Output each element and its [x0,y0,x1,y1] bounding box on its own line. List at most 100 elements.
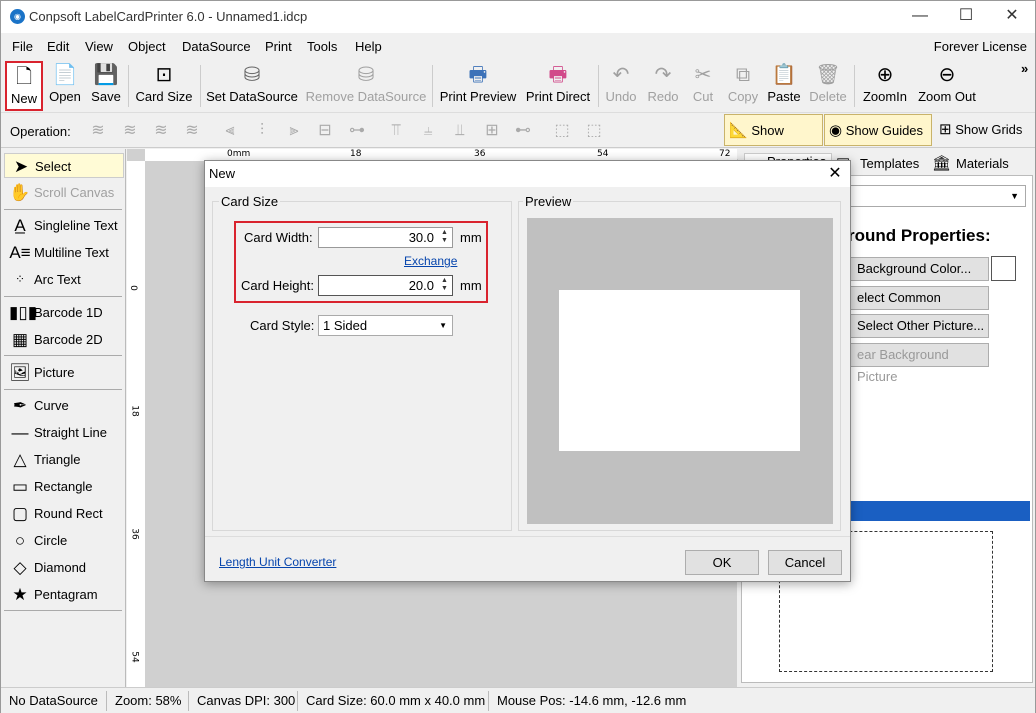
card-height-spinner[interactable]: ▲ ▼ [438,277,451,294]
undo-icon: ↶ [612,64,630,86]
toolbar-separator [128,65,129,107]
card-style-label: Card Style: [250,318,315,333]
object-selector-dropdown[interactable]: ▼ [848,185,1026,207]
layer-bottom-icon[interactable]: ≋ [181,122,203,140]
print-direct-button[interactable]: 🖶 Print Direct [522,61,594,111]
align-right-icon[interactable]: ⫸ [283,122,305,140]
align-bottom-icon[interactable]: ⫫ [449,122,471,140]
tool-select-label: Select [35,159,72,174]
copy-button[interactable]: ⧉ Copy [724,61,762,111]
exchange-link[interactable]: Exchange [404,254,457,268]
select-common-picture-button[interactable]: elect Common Picture... [848,286,989,327]
status-separator [106,691,107,711]
tool-scroll-label: Scroll Canvas [34,185,115,200]
delete-button[interactable]: 🗑 Delete [806,61,850,111]
align-left-icon[interactable]: ⫷ [219,122,241,140]
tool-diamond[interactable]: ◇ Diamond [4,555,124,580]
same-height-icon[interactable]: ⊷ [512,122,534,140]
print-preview-button[interactable]: 🖶 Print Preview [438,61,518,111]
tool-barcode-2d[interactable]: ▦ Barcode 2D [4,327,124,352]
menu-file[interactable]: File [12,39,33,54]
properties-heading: round Properties: [848,226,991,245]
select-other-picture-button[interactable]: Select Other Picture... [848,314,989,338]
toolbar-separator [432,65,433,107]
length-unit-converter-link[interactable]: Length Unit Converter [219,555,336,569]
diamond-icon: ◇ [13,558,27,577]
layer-top-icon[interactable]: ≋ [119,122,141,140]
card-width-spinner[interactable]: ▲ ▼ [438,229,451,246]
same-width-icon[interactable]: ⊶ [346,122,368,140]
clear-background-picture-button[interactable]: ear Background Picture [848,343,989,384]
tool-select[interactable]: ➤ Select [4,153,124,178]
align-center-icon[interactable]: ⫶ [251,122,273,140]
tool-rectangle[interactable]: ▭ Rectangle [4,474,124,499]
tool-curve[interactable]: ✒ Curve [4,393,124,418]
title-bar: ◉ Conpsoft LabelCardPrinter 6.0 - Unname… [1,1,1035,33]
database-remove-icon: ⛁ [357,64,375,86]
tool-straight-line[interactable]: — Straight Line [4,420,124,445]
qr-code-icon: ▦ [11,330,29,349]
menu-datasource[interactable]: DataSource [182,39,251,54]
menu-view[interactable]: View [85,39,113,54]
layer-up-icon[interactable]: ≋ [87,122,109,140]
tab-materials[interactable]: 🏛 Materials [930,153,1028,175]
tool-triangle[interactable]: △ Triangle [4,447,124,472]
card-size-button[interactable]: ⊡ Card Size [134,61,194,111]
new-button[interactable]: 🗋 New [5,61,43,111]
card-width-input[interactable]: 30.0 ▲ ▼ [318,227,453,248]
background-color-button[interactable]: Background Color... [848,257,989,281]
card-height-input[interactable]: 20.0 ▲ ▼ [318,275,453,296]
hand-icon: ✋ [9,183,31,202]
show-ruler-toggle[interactable]: 📐 Show Ruler [724,114,823,170]
remove-datasource-button[interactable]: ⛁ Remove DataSource [304,61,428,111]
tab-templates-label: Templates [860,156,920,171]
layer-down-icon[interactable]: ≋ [150,122,172,140]
redo-label: Redo [647,89,679,104]
close-button[interactable]: ✕ [989,1,1035,33]
ok-button[interactable]: OK [685,550,759,575]
redo-button[interactable]: ↷ Redo [644,61,682,111]
tool-picture[interactable]: 🖼 Picture [4,360,124,385]
menu-help[interactable]: Help [355,39,382,54]
group-icon[interactable]: ⬚ [551,122,573,140]
dialog-close-button[interactable]: ✕ [821,163,849,185]
align-top-icon[interactable]: ⫪ [385,122,407,140]
show-grids-toggle[interactable]: ⊞ Show Grids [935,114,1033,146]
save-button[interactable]: 💾 Save [88,61,124,111]
toolbar-overflow-button[interactable]: » [1021,61,1028,76]
open-button[interactable]: 📄 Open [47,61,83,111]
tool-arc-text[interactable]: ⁘ Arc Text [4,267,124,292]
zoom-in-button[interactable]: ⊕ ZoomIn [859,61,911,111]
tool-arc-label: Arc Text [34,272,81,287]
card-style-select[interactable]: 1 Sided ▼ [318,315,453,336]
tool-barcode-1d[interactable]: ▮▯▮ Barcode 1D [4,300,124,325]
menu-print[interactable]: Print [265,39,292,54]
cut-button[interactable]: ✂ Cut [685,61,721,111]
ruler-icon: 📐 [729,122,748,139]
tool-singleline-text[interactable]: A̲ Singleline Text [4,213,124,238]
vertical-ruler: 0 18 36 54 [127,161,145,687]
menu-edit[interactable]: Edit [47,39,69,54]
tool-round-rect[interactable]: ▢ Round Rect [4,501,124,526]
zoom-out-button[interactable]: ⊖ Zoom Out [915,61,979,111]
distribute-v-icon[interactable]: ⊞ [481,122,503,140]
background-color-swatch[interactable] [991,256,1016,281]
minimize-button[interactable]: — [897,1,943,33]
cancel-button[interactable]: Cancel [768,550,842,575]
distribute-h-icon[interactable]: ⊟ [314,122,336,140]
tool-multiline-text[interactable]: A≡ Multiline Text [4,240,124,265]
menu-object[interactable]: Object [128,39,166,54]
paste-button[interactable]: 📋 Paste [765,61,803,111]
tool-circle[interactable]: ○ Circle [4,528,124,553]
align-middle-icon[interactable]: ⫨ [417,122,439,140]
maximize-button[interactable]: ☐ [943,1,989,33]
menu-tools[interactable]: Tools [307,39,337,54]
show-guides-toggle[interactable]: ◉ Show Guides [824,114,932,146]
tool-scroll-canvas[interactable]: ✋ Scroll Canvas [4,180,124,205]
undo-button[interactable]: ↶ Undo [602,61,640,111]
set-datasource-button[interactable]: ⛁ Set DataSource [205,61,299,111]
tool-picture-label: Picture [34,365,75,380]
tool-pentagram[interactable]: ★ Pentagram [4,582,124,607]
ungroup-icon[interactable]: ⬚ [583,122,605,140]
ruler-tick-label: 18 [350,149,362,159]
